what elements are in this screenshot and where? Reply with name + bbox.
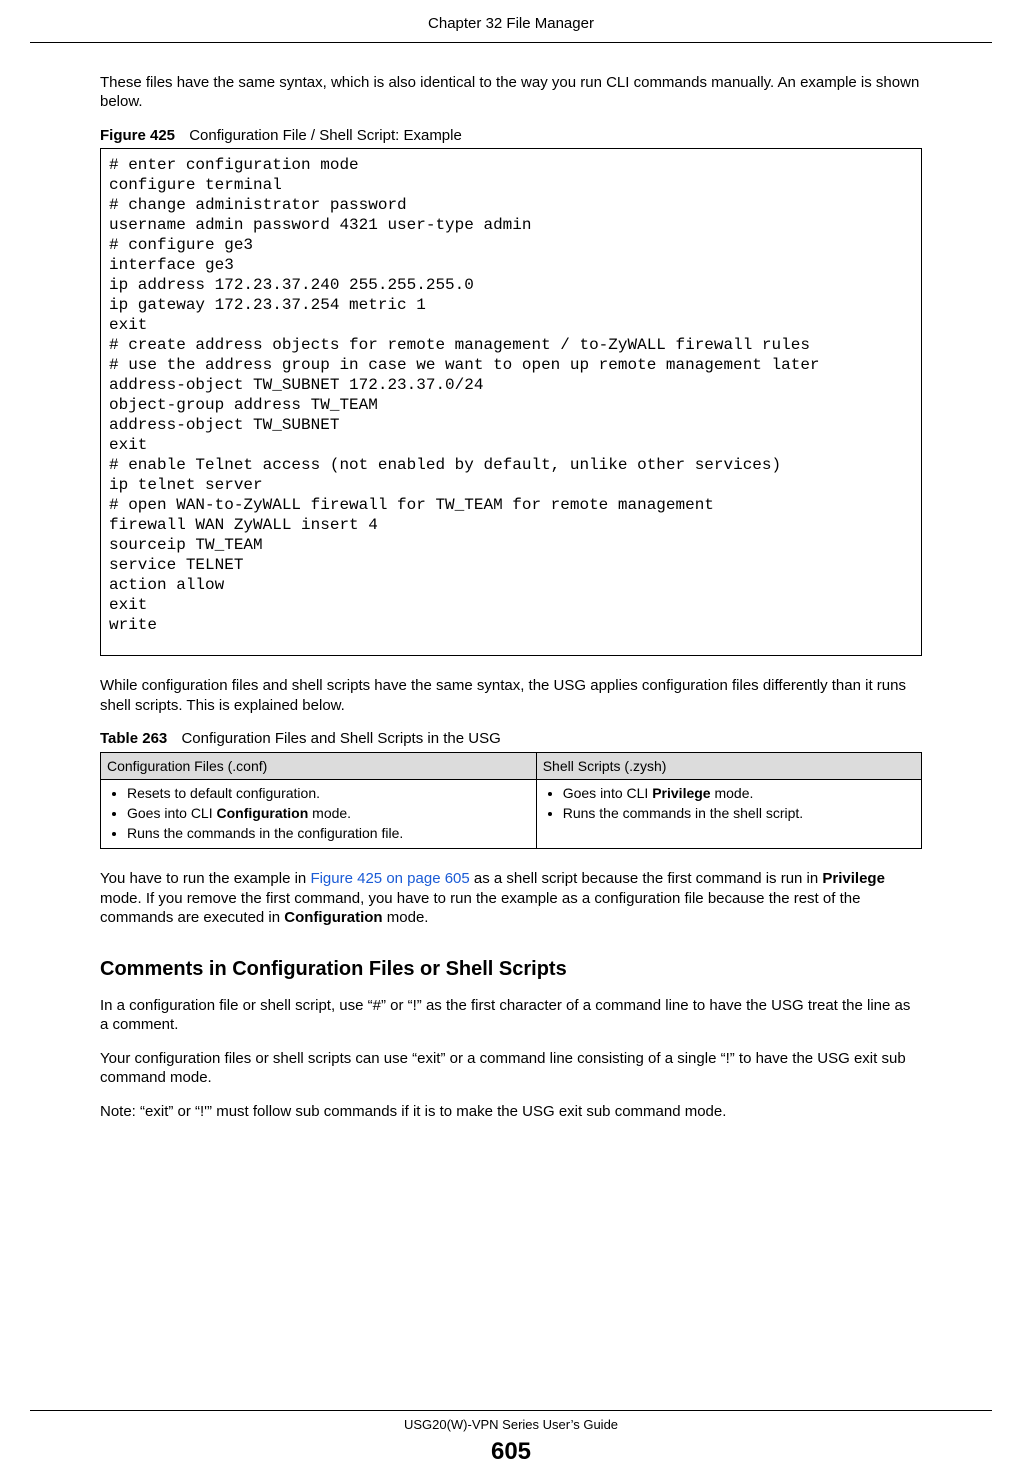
comparison-table: Configuration Files (.conf) Shell Script… [100, 752, 922, 850]
page-content: These files have the same syntax, which … [0, 73, 1022, 1370]
note-text: Note: “exit” or “!'” must follow sub com… [100, 1102, 922, 1122]
table-row: Resets to default configuration. Goes in… [101, 779, 922, 849]
table-label: Table 263 [100, 730, 177, 747]
page-header: Chapter 32 File Manager [0, 14, 1022, 42]
after-figure-text: While configuration files and shell scri… [100, 676, 922, 715]
figure-caption: Figure 425 Configuration File / Shell Sc… [100, 126, 922, 146]
table-header-row: Configuration Files (.conf) Shell Script… [101, 752, 922, 779]
body-text: Your configuration files or shell script… [100, 1049, 922, 1088]
divider [30, 1410, 992, 1411]
table-cell: Resets to default configuration. Goes in… [101, 779, 537, 849]
table-caption: Table 263 Configuration Files and Shell … [100, 729, 922, 749]
list-item: Resets to default configuration. [127, 784, 530, 802]
divider [30, 42, 992, 43]
body-text: In a configuration file or shell script,… [100, 996, 922, 1035]
table-cell: Goes into CLI Privilege mode. Runs the c… [536, 779, 921, 849]
after-table-text: You have to run the example in Figure 42… [100, 869, 922, 928]
list-item: Runs the commands in the configuration f… [127, 824, 530, 842]
section-heading: Comments in Configuration Files or Shell… [100, 956, 922, 982]
table-header-cell: Shell Scripts (.zysh) [536, 752, 921, 779]
code-example: # enter configuration mode configure ter… [100, 148, 922, 656]
list-item: Goes into CLI Configuration mode. [127, 804, 530, 822]
figure-label: Figure 425 [100, 127, 185, 144]
intro-text: These files have the same syntax, which … [100, 73, 922, 112]
table-caption-text: Configuration Files and Shell Scripts in… [181, 730, 500, 747]
figure-link[interactable]: Figure 425 on page 605 [310, 870, 469, 887]
list-item: Runs the commands in the shell script. [563, 804, 915, 822]
list-item: Goes into CLI Privilege mode. [563, 784, 915, 802]
figure-caption-text: Configuration File / Shell Script: Examp… [189, 127, 462, 144]
page-number: 605 [0, 1436, 1022, 1467]
page-footer: USG20(W)-VPN Series User’s Guide [0, 1417, 1022, 1434]
table-header-cell: Configuration Files (.conf) [101, 752, 537, 779]
